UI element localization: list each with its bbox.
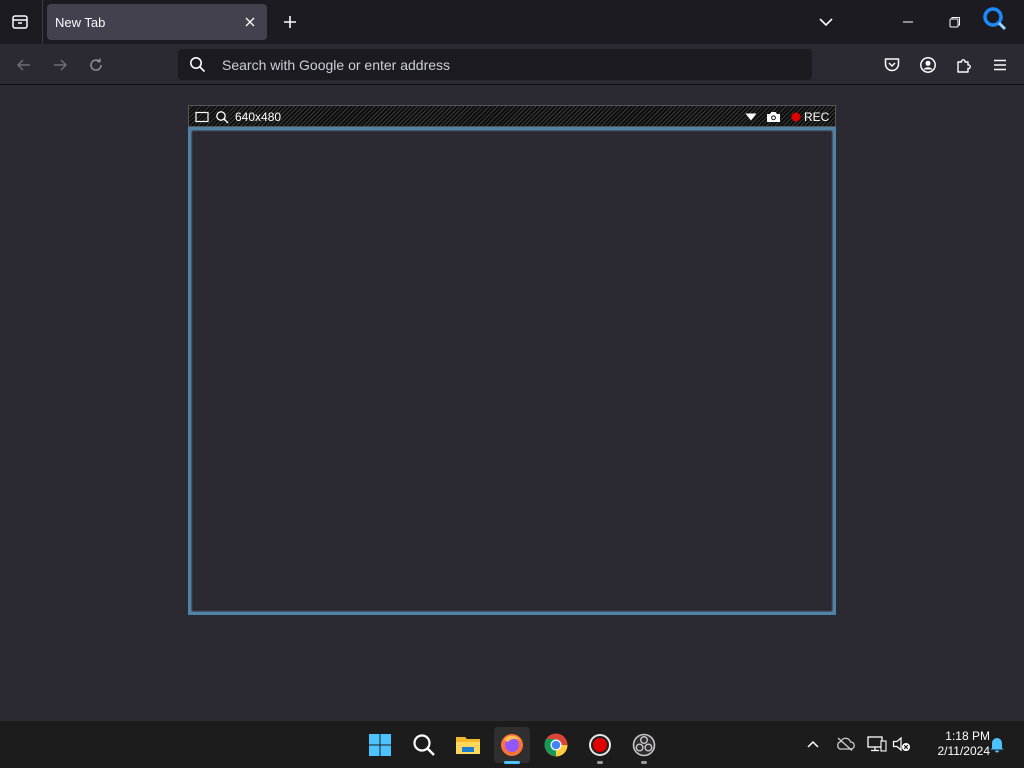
- window-frame-icon: [195, 111, 209, 123]
- firefox-view-icon: [12, 15, 28, 29]
- bell-icon: [990, 738, 1004, 753]
- app-menu-button[interactable]: [987, 52, 1013, 78]
- pocket-button[interactable]: [879, 52, 905, 78]
- chevron-up-icon: [807, 740, 819, 748]
- taskbar-search-button[interactable]: [406, 727, 442, 763]
- record-label[interactable]: REC: [804, 109, 829, 125]
- forward-button[interactable]: [47, 52, 73, 78]
- screen-recorder-frame[interactable]: 640x480 REC: [188, 105, 836, 615]
- pocket-icon: [884, 58, 900, 72]
- arrow-right-icon: [54, 59, 68, 71]
- reload-icon: [90, 58, 102, 71]
- account-icon: [920, 57, 936, 73]
- clock-date: 2/11/2024: [937, 744, 991, 758]
- show-hidden-icons-button[interactable]: [802, 733, 824, 755]
- running-indicator: [641, 761, 647, 764]
- tab-title: New Tab: [55, 14, 106, 30]
- obs-icon: [632, 733, 656, 757]
- extensions-button[interactable]: [951, 52, 977, 78]
- minimize-icon: [903, 21, 913, 23]
- back-button[interactable]: [11, 52, 37, 78]
- url-bar[interactable]: [178, 49, 812, 80]
- recorder-toolbar: 640x480 REC: [188, 105, 836, 127]
- network-icon: [867, 736, 887, 752]
- active-indicator: [504, 761, 520, 764]
- folder-icon: [456, 737, 480, 754]
- cloud-offline-icon: [837, 737, 855, 751]
- capture-size-label: 640x480: [235, 110, 282, 124]
- onedrive-tray-button[interactable]: [834, 733, 856, 755]
- size-dropdown-button[interactable]: [745, 109, 757, 125]
- start-button[interactable]: [362, 727, 398, 763]
- snapshot-button[interactable]: [766, 109, 781, 125]
- fullscreen-button[interactable]: [195, 109, 209, 125]
- restore-icon: [949, 17, 960, 28]
- firefox-taskbar-button[interactable]: [494, 727, 530, 764]
- navigation-toolbar: [0, 44, 1024, 85]
- volume-tray-button[interactable]: [891, 733, 913, 755]
- plus-icon: [284, 16, 296, 28]
- minimize-button[interactable]: [896, 10, 920, 34]
- firefox-icon: [501, 734, 523, 756]
- obs-taskbar-button[interactable]: [626, 727, 662, 764]
- file-explorer-button[interactable]: [450, 727, 486, 763]
- clock-time: 1:18 PM: [945, 729, 990, 743]
- magnifier-app-icon: [983, 7, 1007, 31]
- chrome-icon: [544, 733, 568, 757]
- new-tab-button[interactable]: [278, 10, 302, 34]
- puzzle-icon: [957, 59, 971, 73]
- arrow-left-icon: [16, 59, 30, 71]
- account-button[interactable]: [915, 52, 941, 78]
- tab-separator: [42, 0, 43, 44]
- close-icon: [245, 17, 255, 27]
- chevron-down-icon: [819, 18, 833, 27]
- search-magnifier-app-icon[interactable]: [982, 6, 1008, 32]
- record-button[interactable]: [791, 109, 801, 125]
- hamburger-menu-icon: [994, 59, 1006, 71]
- search-icon: [413, 734, 435, 756]
- system-clock[interactable]: 1:18 PM 2/11/2024: [916, 729, 991, 761]
- firefox-view-button[interactable]: [6, 8, 34, 36]
- capture-area[interactable]: [188, 127, 836, 615]
- windows-logo-icon: [369, 734, 391, 756]
- search-icon: [190, 57, 206, 73]
- reload-button[interactable]: [83, 52, 109, 78]
- list-all-tabs-button[interactable]: [814, 10, 838, 34]
- restore-button[interactable]: [943, 10, 967, 34]
- speaker-muted-icon: [892, 736, 910, 752]
- triangle-down-icon: [745, 113, 757, 121]
- camera-icon: [767, 112, 780, 122]
- notifications-button[interactable]: [986, 733, 1008, 755]
- chrome-taskbar-button[interactable]: [538, 727, 574, 763]
- recorder-taskbar-button[interactable]: [582, 727, 618, 764]
- running-indicator: [597, 761, 603, 764]
- network-tray-button[interactable]: [866, 733, 888, 755]
- url-input[interactable]: [222, 49, 782, 80]
- magnifier-icon: [216, 111, 229, 124]
- record-icon: [589, 734, 611, 756]
- tab-close-button[interactable]: [241, 13, 259, 31]
- tab-new-tab[interactable]: New Tab: [47, 4, 267, 40]
- taskbar: 1:18 PM 2/11/2024: [0, 720, 1024, 768]
- tab-strip: New Tab: [0, 0, 1024, 44]
- record-dot-icon: [791, 112, 801, 122]
- zoom-button[interactable]: [215, 109, 229, 125]
